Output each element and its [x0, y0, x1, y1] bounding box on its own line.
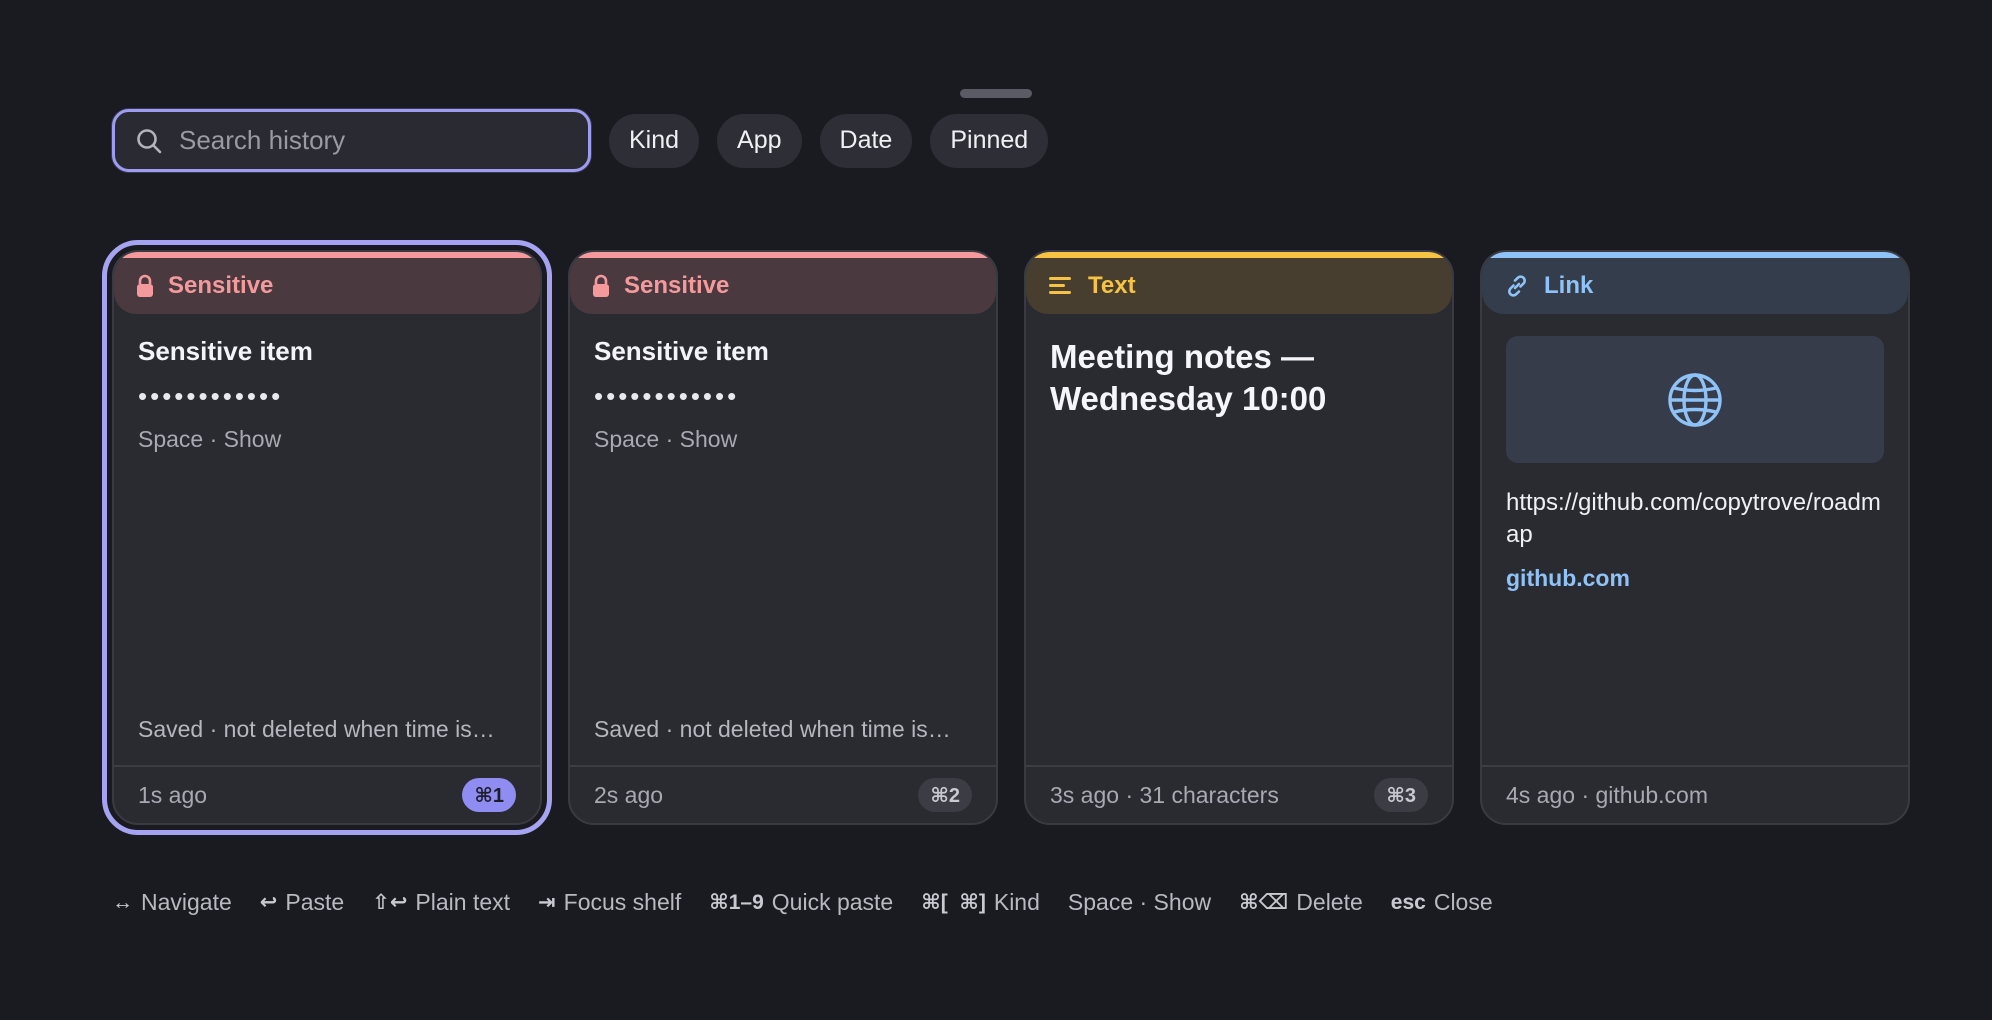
legend-navigate: ↔ Navigate — [112, 889, 232, 916]
shift-return-icon: ⇧↩ — [372, 891, 408, 914]
toolbar: Kind App Date Pinned — [112, 109, 1049, 172]
card-footer: 1s ago ⌘1 — [114, 765, 540, 823]
shortcut-legend: ↔ Navigate ↩ Paste ⇧↩ Plain text ⇥ Focus… — [112, 889, 1493, 916]
card-kind-label: Sensitive — [624, 272, 730, 299]
quick-paste-badge: ⌘2 — [918, 778, 972, 812]
masked-content: •••••••••••• — [138, 381, 284, 411]
card-footer: 4s ago · github.com — [1482, 765, 1908, 823]
legend-key: ⌘[ ⌘] — [921, 891, 986, 914]
card-title: Sensitive item — [594, 336, 769, 366]
reveal-hint: Space · Show — [594, 426, 738, 452]
retention-note: Saved · not deleted when time is… — [138, 716, 495, 742]
legend-label: Space · Show — [1067, 889, 1212, 915]
card-kind-label: Link — [1544, 272, 1594, 299]
reveal-hint: Space · Show — [138, 426, 282, 452]
filter-date[interactable]: Date — [819, 113, 913, 168]
card-footer: 2s ago ⌘2 — [570, 765, 996, 823]
tab-icon: ⇥ — [538, 891, 556, 914]
retention-note: Saved · not deleted when time is… — [594, 716, 951, 742]
legend-focus-shelf: ⇥ Focus shelf — [538, 889, 681, 916]
legend-key: ⌘1–9 — [709, 891, 764, 914]
card-kind-label: Sensitive — [168, 272, 274, 299]
card-body: https://github.com/copytrove/roadmap git… — [1482, 314, 1908, 765]
link-domain: github.com — [1506, 565, 1630, 591]
card-meta: 4s ago · github.com — [1506, 781, 1709, 808]
card-kind-header: Text — [1026, 258, 1452, 314]
card-body: Meeting notes — Wednesday 10:00 — [1026, 314, 1452, 765]
legend-kind: ⌘[ ⌘] Kind — [921, 889, 1040, 916]
drag-handle[interactable] — [960, 89, 1032, 98]
card-kind-header: Sensitive — [114, 258, 540, 314]
text-lines-icon — [1049, 277, 1071, 294]
legend-plain-text: ⇧↩ Plain text — [372, 889, 510, 916]
card-body: Sensitive item •••••••••••• Space · Show… — [570, 314, 996, 765]
filter-app[interactable]: App — [717, 113, 802, 168]
search-input[interactable] — [179, 125, 559, 156]
legend-key: esc — [1390, 890, 1426, 914]
legend-delete: ⌘⌫ Delete — [1239, 889, 1363, 916]
legend-show: Space · Show — [1068, 889, 1211, 916]
arrows-icon: ↔ — [112, 890, 133, 914]
lock-icon — [593, 274, 609, 297]
legend-quick-paste: ⌘1–9 Quick paste — [709, 889, 893, 916]
card-footer: 3s ago · 31 characters ⌘3 — [1026, 765, 1452, 823]
clip-card-sensitive[interactable]: Sensitive Sensitive item •••••••••••• Sp… — [568, 250, 998, 825]
card-kind-header: Link — [1482, 258, 1908, 314]
clip-shelf: Sensitive Sensitive item •••••••••••• Sp… — [102, 240, 1910, 835]
masked-content: •••••••••••• — [594, 381, 740, 411]
card-kind-label: Text — [1088, 272, 1136, 299]
return-icon: ↩ — [259, 891, 278, 914]
lock-icon — [137, 274, 153, 297]
legend-label: Kind — [993, 889, 1040, 915]
legend-label: Paste — [285, 889, 345, 915]
legend-label: Focus shelf — [563, 889, 682, 915]
card-title: Sensitive item — [138, 336, 313, 366]
card-time: 1s ago — [138, 781, 208, 808]
globe-icon — [1668, 372, 1722, 427]
link-icon — [1508, 275, 1526, 297]
quick-paste-badge: ⌘3 — [1374, 778, 1428, 812]
search-box[interactable] — [112, 109, 591, 172]
filter-kind[interactable]: Kind — [609, 113, 700, 168]
clip-card-sensitive[interactable]: Sensitive Sensitive item •••••••••••• Sp… — [102, 240, 552, 835]
link-url: https://github.com/copytrove/roadmap — [1506, 489, 1881, 548]
legend-label: Close — [1433, 889, 1493, 915]
delete-icon: ⌘⌫ — [1239, 891, 1289, 914]
card-kind-header: Sensitive — [570, 258, 996, 314]
card-meta: 3s ago · 31 characters — [1050, 781, 1279, 808]
legend-paste: ↩ Paste — [260, 889, 344, 916]
clipboard-history-panel: Kind App Date Pinned Sensitive Sensitive… — [0, 0, 1992, 1020]
card-time: 2s ago — [594, 781, 664, 808]
clip-card-text[interactable]: Text Meeting notes — Wednesday 10:00 3s … — [1024, 250, 1454, 825]
clip-card-link[interactable]: Link https://github.com/copytrove/roadma… — [1480, 250, 1910, 825]
link-preview — [1506, 336, 1884, 463]
quick-paste-badge: ⌘1 — [462, 778, 516, 812]
legend-label: Quick paste — [771, 889, 894, 915]
text-preview: Meeting notes — Wednesday 10:00 — [1050, 338, 1327, 417]
card-body: Sensitive item •••••••••••• Space · Show… — [114, 314, 540, 765]
legend-label: Plain text — [415, 889, 511, 915]
search-icon — [137, 128, 162, 153]
legend-label: Delete — [1296, 889, 1363, 915]
legend-close: esc Close — [1391, 889, 1493, 916]
filter-pinned[interactable]: Pinned — [930, 113, 1049, 168]
legend-label: Navigate — [141, 889, 232, 915]
